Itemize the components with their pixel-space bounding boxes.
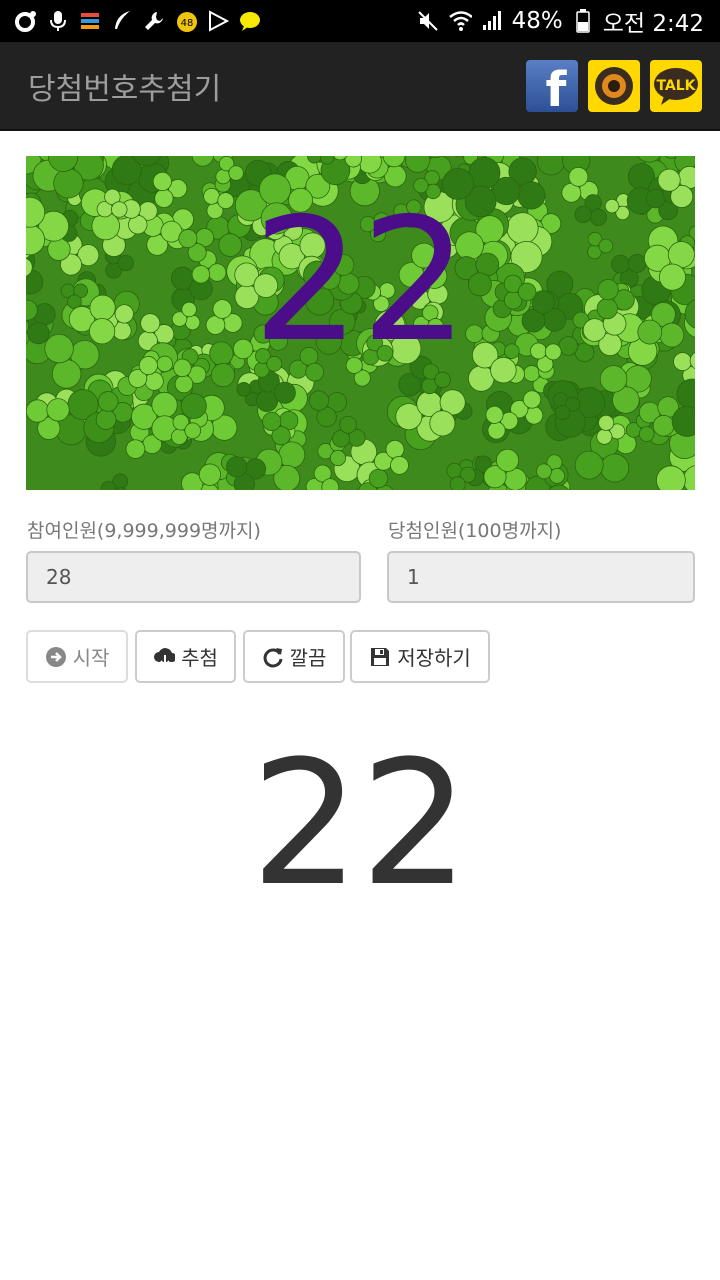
banner-number: 22: [252, 182, 469, 380]
paw-badge-icon: 48: [174, 9, 198, 33]
clear-button[interactable]: 깔끔: [243, 630, 345, 683]
kakaotalk-share-button[interactable]: TALK: [650, 60, 702, 112]
app-grid-icon: [78, 9, 102, 33]
result-number: 22: [250, 723, 470, 924]
app-title: 당첨번호추첨기: [28, 72, 222, 107]
wrench-icon: [142, 9, 166, 33]
signal-icon: [480, 9, 504, 33]
battery-icon: [571, 9, 595, 33]
mute-icon: [416, 9, 440, 33]
facebook-share-button[interactable]: f: [526, 60, 578, 112]
clover-banner: 22: [26, 156, 695, 490]
cloud-download-icon: [153, 646, 176, 668]
participants-input[interactable]: 28: [26, 551, 361, 603]
refresh-icon: [262, 646, 284, 668]
clear-button-label: 깔끔: [289, 646, 327, 670]
arrow-circle-right-icon: [45, 646, 67, 668]
svg-text:f: f: [546, 62, 568, 112]
chat-bubble-icon: [238, 9, 262, 33]
app-notification-icon: [14, 9, 38, 33]
save-button[interactable]: 저장하기: [350, 630, 490, 683]
clock: 오전 2:42: [602, 11, 704, 37]
winners-input[interactable]: 1: [387, 551, 695, 603]
feather-icon: [110, 9, 134, 33]
kakaostory-share-button[interactable]: [588, 60, 640, 112]
wifi-icon: [448, 9, 472, 33]
draw-button[interactable]: 추첨: [135, 630, 236, 683]
notification-icons: 48: [14, 8, 262, 34]
kakaotalk-icon: TALK: [654, 68, 698, 105]
system-icons: 48% 오전 2:42: [416, 6, 704, 37]
floppy-disk-icon: [369, 646, 391, 668]
save-button-label: 저장하기: [397, 646, 471, 670]
battery-percent: 48%: [511, 8, 563, 34]
app-bar: 당첨번호추첨기 f TALK: [0, 42, 720, 131]
start-button[interactable]: 시작: [26, 630, 128, 683]
facebook-icon: f: [546, 62, 568, 112]
status-bar: 48 48% 오전 2:42: [0, 0, 720, 42]
microphone-icon: [46, 9, 70, 33]
participants-label: 참여인원(9,999,999명까지): [27, 520, 261, 542]
kakaostory-icon: [595, 67, 633, 105]
svg-text:48: 48: [181, 18, 194, 29]
share-icons: f TALK: [526, 60, 702, 112]
draw-button-label: 추첨: [181, 646, 218, 670]
winners-label: 당첨인원(100명까지): [388, 520, 562, 542]
play-icon: [206, 9, 230, 33]
start-button-label: 시작: [72, 646, 110, 670]
svg-text:TALK: TALK: [656, 78, 696, 94]
